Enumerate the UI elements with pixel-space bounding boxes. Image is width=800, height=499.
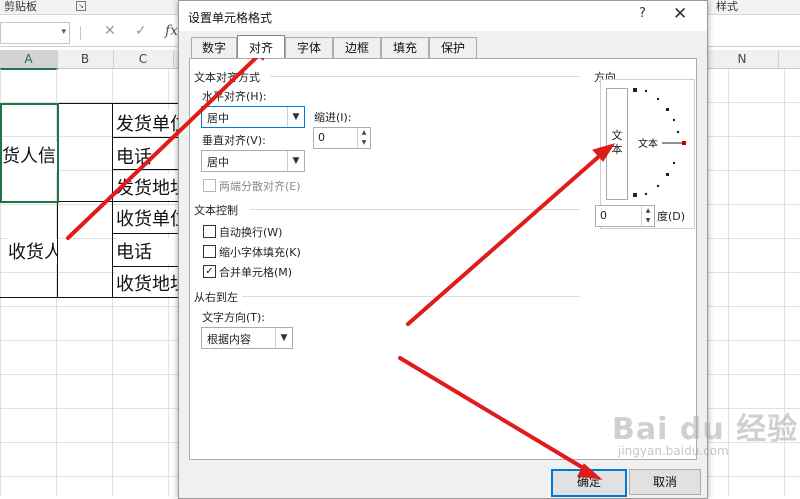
- orientation-dial-graphic[interactable]: 文本: [632, 88, 690, 198]
- vertical-align-label: 垂直对齐(V):: [202, 134, 266, 147]
- horizontal-align-label: 水平对齐(H):: [202, 90, 267, 103]
- formula-confirm-icon[interactable]: ✓: [135, 23, 147, 39]
- cell-c5[interactable]: 电话: [116, 238, 178, 264]
- text-direction-value: 根据内容: [207, 333, 251, 346]
- degrees-value: 0: [600, 209, 607, 222]
- column-header-n[interactable]: N: [706, 50, 779, 68]
- shrink-to-fit-checkbox[interactable]: [203, 245, 216, 258]
- arrow-down-icon[interactable]: ▼: [358, 138, 370, 148]
- tab-font[interactable]: 字体: [285, 37, 333, 58]
- dial-marker: [633, 88, 637, 92]
- indent-value: 0: [318, 131, 325, 144]
- dial-dot: [672, 161, 676, 165]
- justify-distributed-checkbox: [203, 179, 216, 192]
- wrap-text-label[interactable]: 自动换行(W): [219, 224, 282, 240]
- horizontal-align-select[interactable]: 居中 ▼: [201, 106, 305, 128]
- ribbon-group-clipboard: 剪贴板: [4, 0, 37, 13]
- tab-border[interactable]: 边框: [333, 37, 381, 58]
- cell-c2[interactable]: 电话: [116, 143, 178, 169]
- merge-cells-checkbox[interactable]: ✓: [203, 265, 216, 278]
- degrees-stepper[interactable]: 0 ▲ ▼: [595, 205, 655, 227]
- dial-marker: [666, 173, 669, 176]
- dialog-launcher-icon[interactable]: ↘: [76, 1, 86, 11]
- cell-c6[interactable]: 收货地址: [116, 270, 178, 296]
- chevron-down-icon[interactable]: ▾: [61, 27, 66, 37]
- chevron-down-icon[interactable]: ▼: [275, 328, 292, 348]
- section-rtl: 从右到左: [194, 291, 238, 304]
- degrees-label: 度(D): [657, 210, 686, 223]
- section-divider: [270, 76, 580, 77]
- active-cell-selection: [0, 103, 59, 203]
- table-border: [112, 266, 178, 267]
- dialog-titlebar[interactable]: 设置单元格格式 ? ✕: [179, 1, 707, 31]
- column-header-a[interactable]: A: [0, 50, 58, 70]
- cell-a-merged-2[interactable]: 收货人: [8, 238, 57, 264]
- cell-c3[interactable]: 发货地址: [116, 174, 178, 200]
- dial-dot: [676, 130, 680, 134]
- dial-dot: [644, 192, 648, 196]
- baidu-watermark-url: jingyan.baidu.com: [618, 444, 729, 458]
- justify-distributed-label: 两端分散对齐(E): [219, 180, 301, 193]
- insert-function-icon[interactable]: fx: [165, 23, 178, 39]
- section-divider: [242, 296, 580, 297]
- baidu-watermark-logo: Bai du 经验: [612, 412, 799, 447]
- vertical-align-select[interactable]: 居中 ▼: [201, 150, 305, 172]
- stepper-arrows[interactable]: ▲ ▼: [357, 128, 370, 148]
- column-header-b[interactable]: B: [57, 50, 114, 68]
- merge-cells-label[interactable]: 合并单元格(M): [219, 264, 292, 280]
- arrow-down-icon[interactable]: ▼: [642, 216, 654, 226]
- name-box[interactable]: ▾: [0, 22, 70, 44]
- tab-protection[interactable]: 保护: [429, 37, 477, 58]
- text-direction-label: 文字方向(T):: [202, 311, 266, 324]
- horizontal-align-value: 居中: [207, 112, 229, 125]
- close-icon[interactable]: ✕: [673, 4, 687, 24]
- dial-dot: [644, 89, 648, 93]
- dial-handle[interactable]: [682, 141, 686, 145]
- vertical-text-button[interactable]: 文本: [606, 88, 628, 200]
- dial-text: 文本: [638, 137, 658, 150]
- wrap-text-checkbox[interactable]: [203, 225, 216, 238]
- chevron-down-icon[interactable]: ▼: [287, 107, 304, 127]
- column-header-c[interactable]: C: [113, 50, 174, 68]
- stepper-arrows[interactable]: ▲ ▼: [641, 206, 654, 226]
- arrow-up-icon[interactable]: ▲: [642, 206, 654, 216]
- tab-number[interactable]: 数字: [191, 37, 237, 58]
- dial-dot: [656, 184, 660, 188]
- table-border: [112, 103, 113, 298]
- help-icon[interactable]: ?: [639, 6, 646, 21]
- cell-c1[interactable]: 发货单位: [116, 110, 178, 136]
- dial-dot: [656, 97, 660, 101]
- cell-c4[interactable]: 收货单位: [116, 205, 178, 231]
- vertical-align-value: 居中: [207, 156, 229, 169]
- formula-cancel-icon[interactable]: ✕: [104, 23, 116, 39]
- arrow-up-icon[interactable]: ▲: [358, 128, 370, 138]
- ribbon-group-styles: 样式: [716, 0, 738, 13]
- text-direction-select[interactable]: 根据内容 ▼: [201, 327, 293, 349]
- section-text-alignment: 文本对齐方式: [194, 71, 260, 84]
- table-border-bottom: [0, 297, 178, 298]
- dial-marker: [633, 193, 637, 197]
- table-border: [112, 169, 178, 170]
- dial-marker: [666, 108, 669, 111]
- vertical-text-label: 文本: [611, 129, 623, 156]
- ok-button[interactable]: 确定: [551, 469, 627, 497]
- orientation-dial[interactable]: 文本: [632, 88, 690, 198]
- tab-fill[interactable]: 填充: [381, 37, 429, 58]
- cancel-button[interactable]: 取消: [629, 469, 701, 495]
- indent-stepper[interactable]: 0 ▲ ▼: [313, 127, 371, 149]
- shrink-to-fit-label[interactable]: 缩小字体填充(K): [219, 244, 301, 260]
- table-border: [112, 233, 178, 234]
- formula-separator: [80, 26, 81, 40]
- alignment-panel: 文本对齐方式 水平对齐(H): 居中 ▼ 缩进(I): 0 ▲ ▼ 垂直对齐(V)…: [189, 58, 697, 460]
- dialog-title: 设置单元格格式: [188, 11, 273, 25]
- section-text-control: 文本控制: [194, 204, 238, 217]
- chevron-down-icon[interactable]: ▼: [287, 151, 304, 171]
- tab-alignment[interactable]: 对齐: [237, 35, 285, 58]
- dial-dot: [672, 118, 676, 122]
- section-divider: [250, 209, 580, 210]
- indent-label: 缩进(I):: [314, 111, 352, 124]
- table-border: [112, 137, 178, 138]
